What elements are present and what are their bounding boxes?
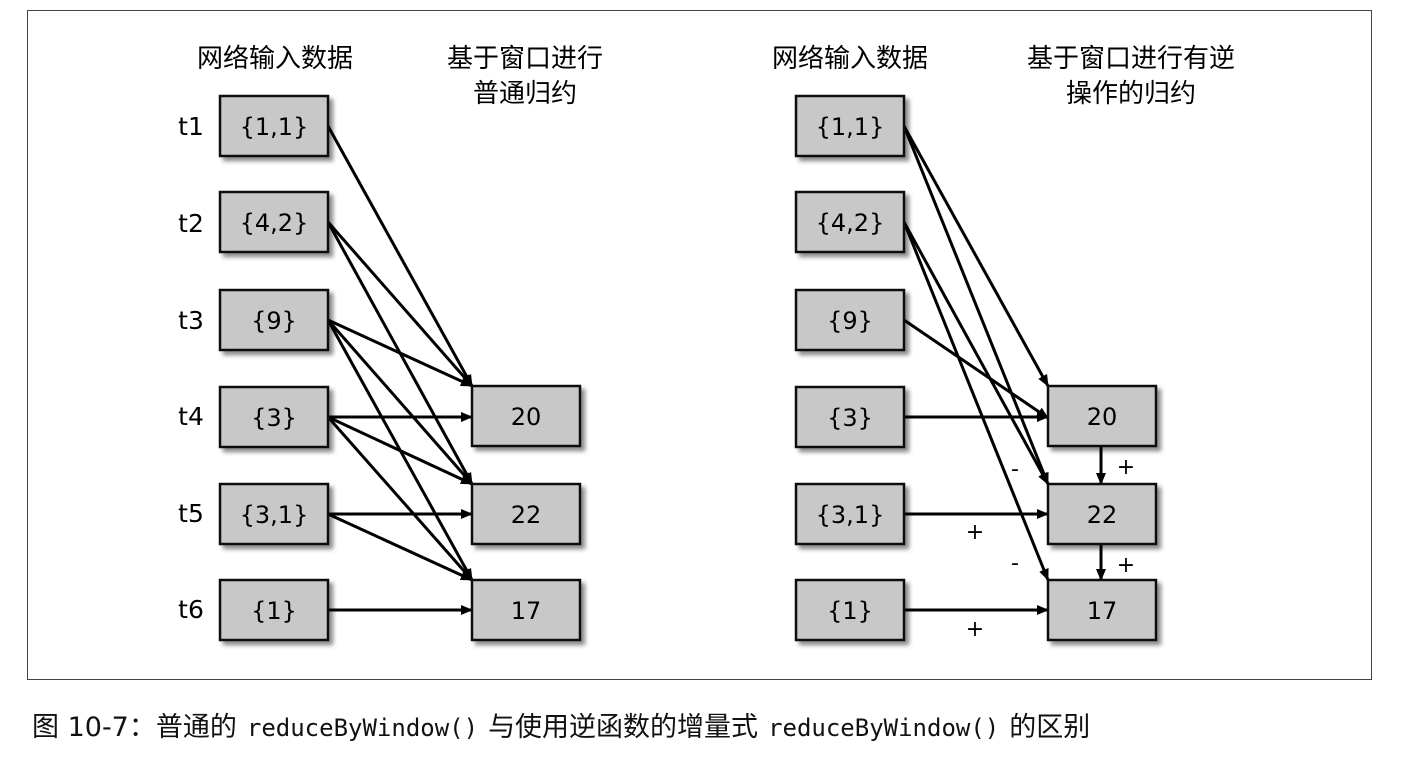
left-input-box-t3: {9} — [218, 288, 330, 352]
right-output-header-line2: 操作的归约 — [1066, 79, 1196, 109]
left-input-box-t5: {3,1} — [218, 482, 330, 546]
right-input-box-t3: {9} — [794, 288, 906, 352]
right-input-box-t4: {3} — [794, 385, 906, 449]
right-input-value-t4: {3} — [827, 404, 873, 432]
left-output-value-17: 17 — [511, 597, 542, 625]
right-input-box-t1: {1,1} — [794, 94, 906, 158]
right-input-value-t2: {4,2} — [816, 209, 885, 237]
left-input-value-t4: {3} — [251, 404, 297, 432]
sign-plus-22-17: + — [1117, 553, 1135, 578]
left-output-header-line2: 普通归约 — [473, 79, 577, 109]
right-output-value-20: 20 — [1087, 403, 1118, 431]
right-output-box-17: 17 — [1046, 578, 1158, 642]
right-input-box-t5: {3,1} — [794, 482, 906, 546]
left-output-box-20: 20 — [470, 384, 582, 448]
left-output-header-line1: 基于窗口进行 — [447, 44, 603, 74]
arrow-t1-to-20 — [326, 125, 474, 387]
sign-plus-t5: + — [966, 520, 984, 545]
sign-plus-20-22: + — [1117, 455, 1135, 480]
caption-code-1: reduceByWindow() — [246, 714, 479, 742]
right-input-header: 网络输入数据 — [772, 44, 928, 74]
right-input-box-t2: {4,2} — [794, 190, 906, 254]
time-label-t5: t5 — [178, 499, 204, 528]
time-label-t4: t4 — [178, 402, 204, 431]
time-label-t3: t3 — [178, 306, 204, 335]
left-input-box-t6: {1} — [218, 578, 330, 642]
right-output-boxes: 20 22 17 — [1046, 384, 1158, 642]
right-output-header-line1: 基于窗口进行有逆 — [1027, 44, 1235, 74]
right-input-value-t3: {9} — [827, 307, 873, 335]
time-label-t1: t1 — [178, 112, 204, 141]
time-label-t6: t6 — [178, 595, 204, 624]
arrow-r-t2-to-22 — [902, 221, 1050, 485]
arrow-t4-to-22 — [327, 415, 473, 486]
right-output-value-17: 17 — [1087, 597, 1118, 625]
arrow-r-t1-to-22 — [902, 125, 1050, 485]
right-input-value-t6: {1} — [827, 597, 873, 625]
left-output-box-17: 17 — [470, 578, 582, 642]
right-output-box-20: 20 — [1046, 384, 1158, 448]
left-input-value-t5: {3,1} — [240, 501, 309, 529]
left-output-value-20: 20 — [511, 403, 542, 431]
left-input-value-t2: {4,2} — [240, 209, 309, 237]
arrow-t3-to-20 — [327, 318, 473, 388]
arrow-t5-to-17 — [327, 512, 473, 582]
left-arrows — [326, 125, 474, 615]
left-output-box-22: 22 — [470, 482, 582, 546]
sign-minus-b: - — [1011, 551, 1019, 576]
left-input-box-t1: {1,1} — [218, 94, 330, 158]
left-input-header: 网络输入数据 — [197, 44, 353, 74]
figure-caption: 图 10-7：普通的 reduceByWindow() 与使用逆函数的增量式 redu… — [32, 705, 1090, 744]
caption-code-2: reduceByWindow() — [768, 714, 1000, 742]
window-reduce-diagram: 网络输入数据 基于窗口进行 普通归约 网络输入数据 基于窗口进行有逆 操作的归约… — [178, 44, 1235, 642]
arrow-r-t1-to-20 — [902, 125, 1050, 387]
left-input-value-t1: {1,1} — [240, 113, 309, 141]
time-label-t2: t2 — [178, 209, 204, 238]
left-input-value-t6: {1} — [251, 597, 297, 625]
left-input-box-t4: {3} — [218, 385, 330, 449]
left-input-box-t2: {4,2} — [218, 190, 330, 254]
caption-middle: 与使用逆函数的增量式 — [488, 712, 759, 743]
right-input-value-t1: {1,1} — [816, 113, 885, 141]
right-input-value-t5: {3,1} — [816, 501, 885, 529]
caption-suffix: 的区别 — [1009, 712, 1091, 743]
caption-prefix: 图 10-7：普通的 — [32, 712, 237, 743]
left-output-value-22: 22 — [511, 501, 542, 529]
right-output-value-22: 22 — [1087, 501, 1118, 529]
left-input-value-t3: {9} — [251, 307, 297, 335]
sign-plus-t6: + — [966, 617, 984, 642]
right-output-box-22: 22 — [1046, 482, 1158, 546]
arrow-t4-to-17 — [326, 416, 474, 581]
left-output-boxes: 20 22 17 — [470, 384, 582, 642]
right-input-box-t6: {1} — [794, 578, 906, 642]
right-input-boxes: {1,1} {4,2} {9} {3} {3,1} {1} — [794, 94, 906, 642]
sign-minus-a: - — [1011, 457, 1019, 482]
left-input-boxes: {1,1} {4,2} {9} {3} {3,1} {1} — [218, 94, 330, 642]
